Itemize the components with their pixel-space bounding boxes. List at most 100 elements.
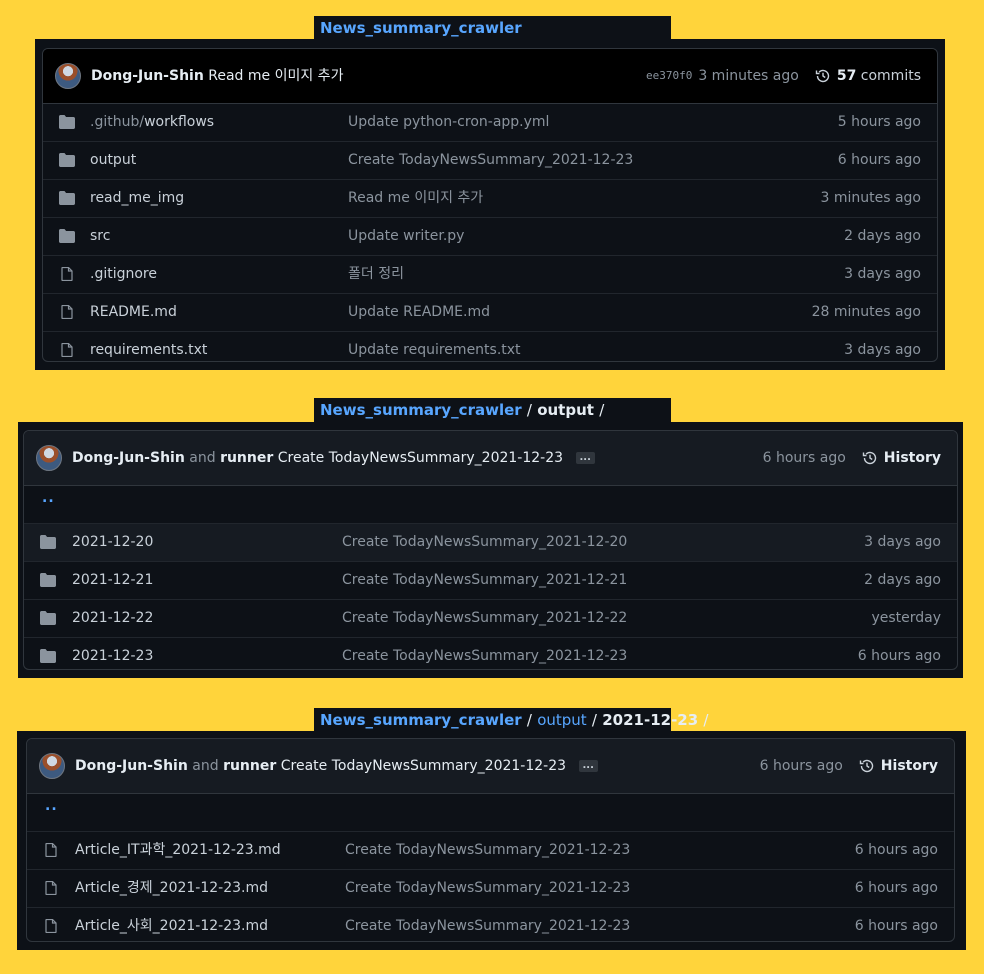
file-name-link[interactable]: output xyxy=(90,142,136,178)
commit-message-link[interactable]: Create TodayNewsSummary_2021-12-21 xyxy=(342,562,627,598)
file-name-link[interactable]: read_me_img xyxy=(90,180,184,216)
commit-age: yesterday xyxy=(871,610,941,626)
commit-and: and xyxy=(192,758,219,774)
folder-icon xyxy=(59,191,75,205)
commit-message[interactable]: Read me 이미지 추가 xyxy=(208,68,343,84)
commit-coauthor[interactable]: runner xyxy=(223,758,276,774)
commit-meta: 6 hours ago History xyxy=(763,431,941,485)
commit-message-link[interactable]: Update writer.py xyxy=(348,218,464,254)
commit-message[interactable]: Create TodayNewsSummary_2021-12-23 xyxy=(278,450,563,466)
file-name: 2021-12-20 xyxy=(72,534,154,550)
history-icon xyxy=(862,451,876,465)
history-icon xyxy=(815,69,830,83)
commit-age: 5 hours ago xyxy=(837,114,921,130)
file-name-link[interactable]: Article_사회_2021-12-23.md xyxy=(75,908,268,941)
commit-message-link[interactable]: Create TodayNewsSummary_2021-12-23 xyxy=(345,832,630,868)
expand-commit-button[interactable]: ... xyxy=(578,760,598,772)
file-name-link[interactable]: src xyxy=(90,218,110,254)
file-row[interactable]: Article_경제_2021-12-23.md Create TodayNews… xyxy=(27,869,954,907)
current-folder: 2021-12-23 xyxy=(602,711,699,729)
file-table: Dong-Jun-Shin and runner Create TodayNew… xyxy=(26,738,955,942)
avatar[interactable] xyxy=(55,63,81,89)
history-button[interactable]: History xyxy=(881,739,938,793)
folder-row[interactable]: 2021-12-23 Create TodayNewsSummary_2021-1… xyxy=(24,637,957,669)
latest-commit-text: Dong-Jun-Shin and runner Create TodayNew… xyxy=(72,431,595,485)
file-row[interactable]: Article_IT과학_2021-12-23.md Create TodayNe… xyxy=(27,832,954,869)
file-name: read_me_img xyxy=(90,190,185,206)
file-list: 2021-12-20 Create TodayNewsSummary_2021-1… xyxy=(24,524,957,669)
commit-count-link[interactable]: 57 commits xyxy=(837,49,921,103)
commit-author[interactable]: Dong-Jun-Shin xyxy=(75,758,188,774)
folder-row[interactable]: .github/workflows Update python-cron-app.… xyxy=(43,104,937,141)
file-row[interactable]: README.md Update README.md 28 minutes ago xyxy=(43,293,937,331)
folder-row[interactable]: output Create TodayNewsSummary_2021-12-23… xyxy=(43,141,937,179)
file-row[interactable]: Article_사회_2021-12-23.md Create TodayNews… xyxy=(27,907,954,941)
commit-age: 2 days ago xyxy=(864,572,941,588)
file-name-link[interactable]: .gitignore xyxy=(90,256,157,292)
file-name-link[interactable]: Article_IT과학_2021-12-23.md xyxy=(75,832,281,868)
output-folder-link[interactable]: output xyxy=(537,711,586,729)
commit-age: 28 minutes ago xyxy=(811,304,921,320)
folder-icon xyxy=(40,573,56,587)
commit-coauthor[interactable]: runner xyxy=(220,450,273,466)
commit-age: 6 hours ago xyxy=(857,648,941,664)
commit-message-link[interactable]: Create TodayNewsSummary_2021-12-22 xyxy=(342,600,627,636)
folder-row[interactable]: 2021-12-22 Create TodayNewsSummary_2021-1… xyxy=(24,599,957,637)
file-name-link[interactable]: .github/workflows xyxy=(90,104,214,140)
avatar[interactable] xyxy=(36,445,62,471)
file-row[interactable]: .gitignore 폴더 정리 3 days ago xyxy=(43,255,937,293)
commit-message-link[interactable]: Create TodayNewsSummary_2021-12-23 xyxy=(348,142,633,178)
file-icon xyxy=(43,918,59,934)
file-name-link[interactable]: Article_경제_2021-12-23.md xyxy=(75,870,268,906)
commit-message-link[interactable]: Update README.md xyxy=(348,294,490,330)
path-separator: / xyxy=(526,711,532,729)
path-breadcrumb: News_summary_crawler / output / 2021-12-… xyxy=(314,708,708,732)
commit-time: 3 minutes ago xyxy=(698,68,799,84)
file-name-link[interactable]: 2021-12-22 xyxy=(72,600,153,636)
commit-message-link[interactable]: Create TodayNewsSummary_2021-12-20 xyxy=(342,524,627,560)
file-name-link[interactable]: 2021-12-21 xyxy=(72,562,153,598)
commit-age: 3 days ago xyxy=(844,342,921,358)
history-button[interactable]: History xyxy=(884,431,941,485)
commit-author[interactable]: Dong-Jun-Shin xyxy=(91,68,204,84)
repo-link[interactable]: News_summary_crawler xyxy=(320,401,522,419)
folder-row[interactable]: 2021-12-20 Create TodayNewsSummary_2021-1… xyxy=(24,524,957,561)
commit-message-link[interactable]: Create TodayNewsSummary_2021-12-23 xyxy=(342,638,627,669)
file-name: output xyxy=(90,152,137,168)
file-name: 2021-12-23 xyxy=(72,648,154,664)
commit-message-link[interactable]: Update requirements.txt xyxy=(348,332,521,361)
path-separator: / xyxy=(526,401,532,419)
file-icon xyxy=(59,342,75,358)
file-icon xyxy=(59,304,75,320)
commit-message-link[interactable]: Create TodayNewsSummary_2021-12-23 xyxy=(345,908,630,941)
commit-author[interactable]: Dong-Jun-Shin xyxy=(72,450,185,466)
parent-directory-link[interactable]: .. xyxy=(27,794,954,832)
commit-sha[interactable]: ee370f0 xyxy=(646,49,692,103)
expand-commit-button[interactable]: ... xyxy=(575,452,595,464)
file-table: Dong-Jun-Shin Read me 이미지 추가 ee370f0 3 m… xyxy=(42,48,938,362)
parent-directory-link[interactable]: .. xyxy=(24,486,957,524)
folder-row[interactable]: src Update writer.py 2 days ago xyxy=(43,217,937,255)
commit-message-link[interactable]: Update python-cron-app.yml xyxy=(348,104,549,140)
latest-commit-text: Dong-Jun-Shin and runner Create TodayNew… xyxy=(75,739,598,793)
commit-message[interactable]: Create TodayNewsSummary_2021-12-23 xyxy=(281,758,566,774)
repo-link[interactable]: News_summary_crawler xyxy=(320,711,522,729)
commit-message-link[interactable]: Read me 이미지 추가 xyxy=(348,180,483,216)
folder-row[interactable]: read_me_img Read me 이미지 추가 3 minutes ago xyxy=(43,179,937,217)
folder-icon xyxy=(59,229,75,243)
folder-row[interactable]: 2021-12-21 Create TodayNewsSummary_2021-1… xyxy=(24,561,957,599)
commit-message-link[interactable]: 폴더 정리 xyxy=(348,256,404,292)
file-list: Article_IT과학_2021-12-23.md Create TodayNe… xyxy=(27,832,954,941)
file-name-link[interactable]: requirements.txt xyxy=(90,332,208,361)
file-name: requirements.txt xyxy=(90,342,208,358)
avatar[interactable] xyxy=(39,753,65,779)
file-row[interactable]: requirements.txt Update requirements.txt 3… xyxy=(43,331,937,361)
commit-count: 57 xyxy=(836,68,857,84)
file-name-link[interactable]: 2021-12-20 xyxy=(72,524,153,560)
folder-icon xyxy=(40,611,56,625)
file-name-link[interactable]: 2021-12-23 xyxy=(72,638,154,669)
file-name-link[interactable]: README.md xyxy=(90,294,177,330)
repo-link[interactable]: News_summary_crawler xyxy=(320,19,522,37)
commit-age: 3 days ago xyxy=(864,534,941,550)
commit-message-link[interactable]: Create TodayNewsSummary_2021-12-23 xyxy=(345,870,630,906)
